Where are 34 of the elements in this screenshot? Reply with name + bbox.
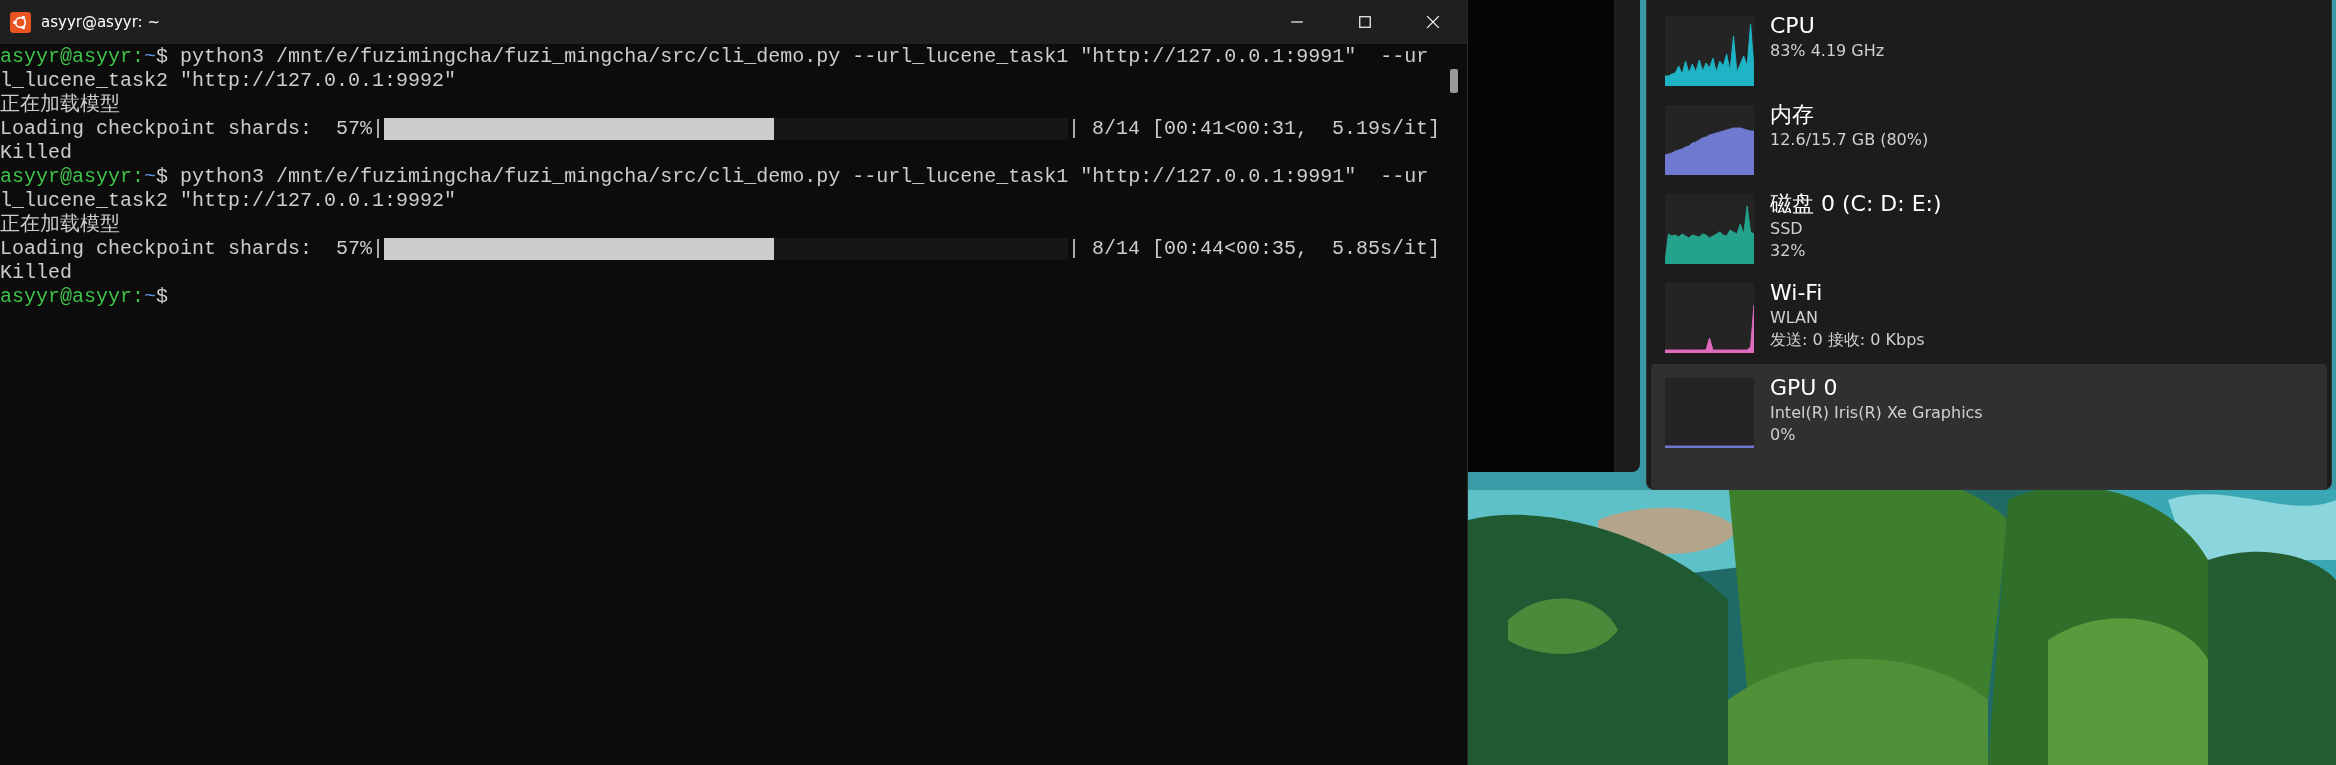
progress-label: Loading checkpoint shards: 57%| (0, 117, 385, 141)
output-text: Killed (0, 141, 72, 164)
scrollbar-thumb[interactable] (1449, 69, 1458, 93)
prompt-line: asyyr@asyyr:~$ python3 /mnt/e/fuzimingcha/fuzi_mingcha/src/cli_demo.py --url_lucene_task1 "http://127.0.0.1:9991" --url_lucene_task2 "http://127.0.0.1:9992" (0, 165, 1430, 213)
item-title: GPU 0 (1770, 374, 1839, 402)
close-icon (1426, 15, 1440, 29)
progress-label: Loading checkpoint shards: 57%| (0, 237, 385, 261)
item-detail: SSD (1770, 218, 1804, 240)
progress-stats: | 8/14 [00:41<00:31, 5.19s/it] (1067, 117, 1440, 141)
output-text: 正在加载模型 (0, 213, 120, 236)
item-detail: Intel(R) Iris(R) Xe Graphics (1770, 402, 1983, 424)
progress-stats: | 8/14 [00:44<00:35, 5.85s/it] (1067, 237, 1440, 261)
prompt-line: asyyr@asyyr:~$ python3 /mnt/e/fuzimingcha/fuzi_mingcha/src/cli_demo.py --url_lucene_task1 "http://127.0.0.1:9991" --url_lucene_task2 "http://127.0.0.1:9992" (0, 45, 1430, 93)
item-detail: 32% (1770, 240, 1807, 262)
item-detail: 83% 4.19 GHz (1770, 40, 1885, 62)
item-title: 磁盘 0 (C: D: E:) (1770, 190, 1942, 218)
performance-item[interactable]: CPU 83% 4.19 GHz (1651, 8, 2327, 97)
window-title: asyyr@asyyr: ~ (41, 13, 160, 31)
item-detail: 发送: 0 接收: 0 Kbps (1770, 329, 1925, 351)
maximize-icon (1358, 15, 1372, 29)
performance-item[interactable]: GPU 0 Intel(R) Iris(R) Xe Graphics 0% (1651, 364, 2327, 489)
performance-item[interactable]: 磁盘 0 (C: D: E:) SSD 32% (1651, 186, 2327, 275)
output-text: 正在加载模型 (0, 93, 120, 116)
prompt-line: asyyr@asyyr:~$ (0, 285, 170, 309)
item-detail: WLAN (1770, 307, 1819, 329)
item-title: CPU (1770, 12, 1816, 40)
item-title: Wi-Fi (1770, 279, 1824, 307)
item-title: 内存 (1770, 101, 1815, 129)
performance-item[interactable]: Wi-Fi WLAN 发送: 0 接收: 0 Kbps (1651, 275, 2327, 364)
item-detail: 0% (1770, 424, 1797, 446)
item-detail: 12.6/15.7 GB (80%) (1770, 129, 1929, 151)
app-icon (10, 11, 31, 33)
performance-item[interactable]: 内存 12.6/15.7 GB (80%) (1651, 97, 2327, 186)
output-text: Killed (0, 261, 72, 284)
